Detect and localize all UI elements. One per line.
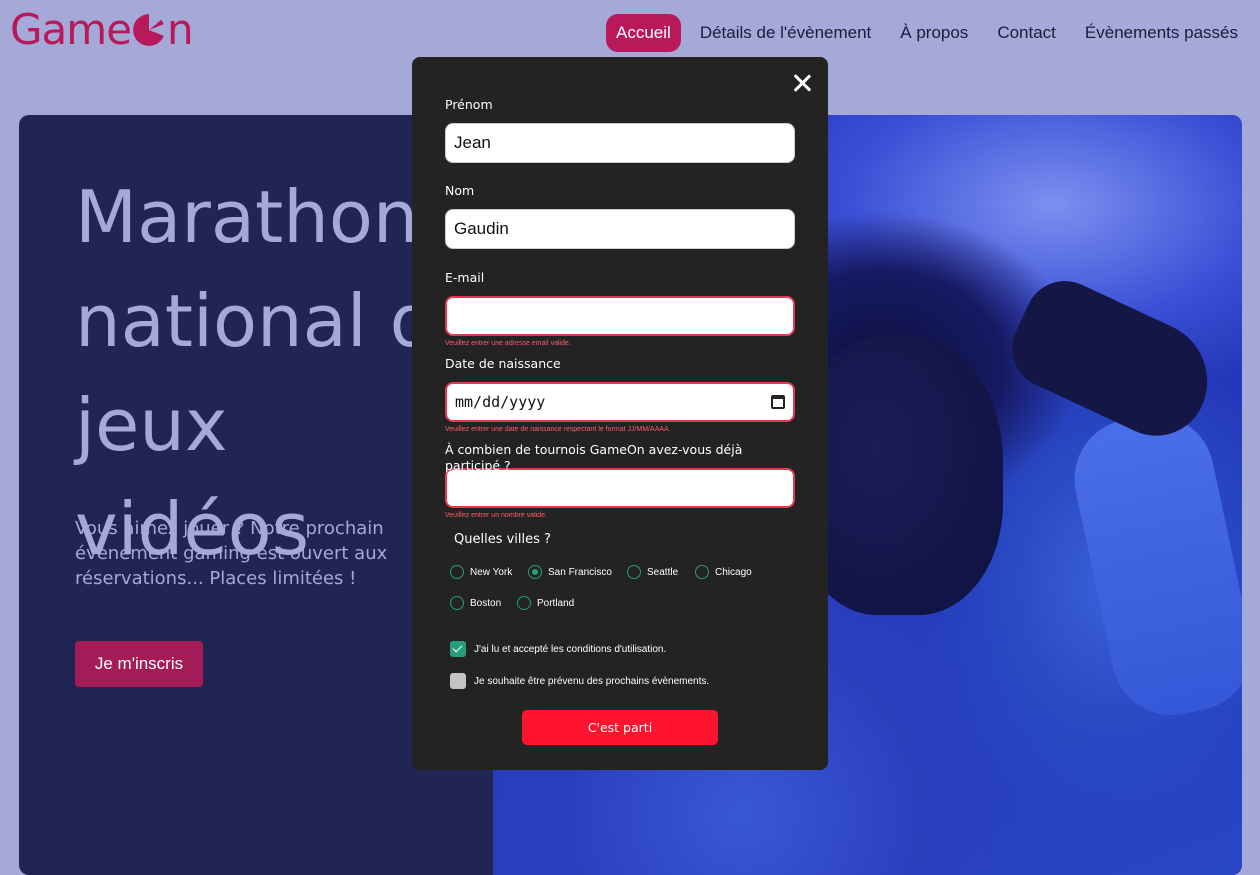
email-input[interactable] (445, 296, 795, 336)
city-label: Portland (537, 597, 575, 609)
hero-text: Vous aimez jouer ? Notre prochain évènem… (75, 518, 388, 589)
checkbox-icon (450, 673, 466, 689)
terms-label: J'ai lu et accepté les conditions d'util… (474, 643, 667, 655)
radio-icon (450, 565, 464, 579)
calendar-icon[interactable] (771, 395, 785, 409)
email-label: E-mail (445, 270, 485, 285)
submit-button[interactable]: C'est parti (522, 710, 718, 745)
city-radio-boston[interactable]: Boston (450, 596, 501, 610)
birthdate-label: Date de naissance (445, 356, 561, 371)
tournaments-group: À combien de tournois GameOn avez-vous d… (445, 442, 795, 520)
city-radio-new-york[interactable]: New York (450, 565, 512, 579)
nav-item-accueil[interactable]: Accueil (606, 14, 681, 52)
radio-icon (695, 565, 709, 579)
birthdate-error: Veuillez entrer une date de naissance re… (445, 426, 671, 433)
city-label: Seattle (647, 566, 679, 578)
city-label: Boston (470, 597, 502, 609)
cities-title: Quelles villes ? (454, 532, 551, 547)
first-name-value: Jean (454, 133, 491, 152)
birthdate-placeholder: mm/dd/yyyy (455, 393, 546, 411)
radio-checked-icon (528, 565, 542, 579)
nav-item-evenements-passes[interactable]: Évènements passés (1075, 14, 1248, 52)
radio-icon (517, 596, 531, 610)
first-name-input[interactable]: Jean (445, 123, 795, 163)
gamer-arm-shape (1063, 403, 1242, 727)
birthdate-group: Date de naissance mm/dd/yyyy Veuillez en… (445, 356, 795, 434)
city-radio-san-francisco[interactable]: San Francisco (528, 565, 612, 579)
city-radio-chicago[interactable]: Chicago (695, 565, 752, 579)
close-icon[interactable] (790, 71, 814, 95)
first-name-group: Prénom Jean (445, 97, 795, 163)
city-label: New York (470, 566, 513, 578)
first-name-label: Prénom (445, 97, 493, 112)
tournaments-input[interactable] (445, 468, 795, 508)
email-group: E-mail Veuillez entrer une adresse email… (445, 270, 795, 348)
nav-item-a-propos[interactable]: À propos (890, 14, 978, 52)
nav-item-details[interactable]: Détails de l'évènement (690, 14, 881, 52)
last-name-input[interactable]: Gaudin (445, 209, 795, 249)
pacman-icon (133, 14, 166, 46)
newsletter-checkbox[interactable]: Je souhaite être prévenu des prochains é… (450, 673, 709, 689)
email-error: Veuillez entrer une adresse email valide… (445, 340, 571, 347)
tournaments-label: À combien de tournois GameOn avez-vous d… (445, 442, 743, 473)
newsletter-label: Je souhaite être prévenu des prochains é… (474, 675, 710, 687)
city-label: Chicago (715, 566, 752, 578)
last-name-value: Gaudin (454, 219, 509, 238)
hero-title-line-1: Marathon (75, 175, 419, 259)
city-radio-seattle[interactable]: Seattle (627, 565, 678, 579)
gameon-logo[interactable]: Game n (10, 4, 194, 56)
signup-button[interactable]: Je m'inscris (75, 641, 203, 687)
last-name-label: Nom (445, 183, 475, 198)
birthdate-input[interactable]: mm/dd/yyyy (445, 382, 795, 422)
radio-icon (450, 596, 464, 610)
logo-text-end: n (167, 5, 194, 54)
nav-item-contact[interactable]: Contact (987, 14, 1066, 52)
tournaments-error: Veuillez entrer un nombre valide. (445, 512, 547, 519)
radio-icon (627, 565, 641, 579)
city-label: San Francisco (548, 566, 612, 578)
terms-checkbox[interactable]: J'ai lu et accepté les conditions d'util… (450, 641, 666, 657)
last-name-group: Nom Gaudin (445, 183, 795, 249)
city-radio-portland[interactable]: Portland (517, 596, 574, 610)
logo-text-start: Game (10, 5, 132, 54)
checkbox-checked-icon (450, 641, 466, 657)
main-nav: Accueil Détails de l'évènement À propos … (597, 14, 1248, 52)
signup-modal: Prénom Jean Nom Gaudin E-mail Veuillez e… (412, 57, 828, 770)
